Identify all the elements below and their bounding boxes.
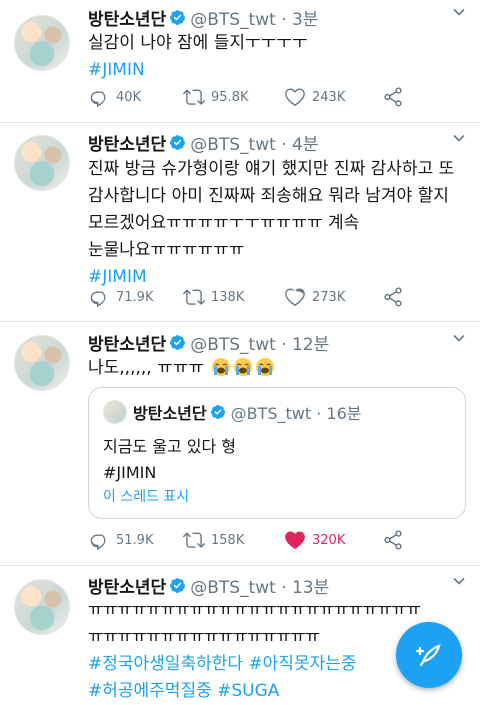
- tweet-text: 나도,,,,,, ㅠㅠㅠ: [88, 355, 466, 382]
- text-content: 나도,,,,,, ㅠㅠㅠ: [88, 358, 205, 378]
- loudly-crying-face-icon: [255, 357, 275, 377]
- retweet-count: 95.8K: [211, 89, 249, 105]
- like-count: 320K: [312, 532, 346, 548]
- reply-count: 51.9K: [116, 532, 154, 548]
- retweet-button[interactable]: 95.8K: [183, 85, 248, 109]
- share-icon: [384, 287, 402, 307]
- text-line: 지금도 울고 있다 형: [103, 437, 237, 456]
- avatar[interactable]: [14, 135, 70, 191]
- share-icon: [384, 530, 402, 550]
- show-thread-link[interactable]: 이 스레드 표시: [103, 486, 189, 506]
- heart-icon: [285, 88, 305, 106]
- tweet-header: 방탄소년단 @BTS_twt · 4분: [88, 128, 466, 156]
- verified-badge-icon: [169, 134, 186, 151]
- heart-filled-icon: [285, 531, 305, 549]
- verified-badge-icon: [169, 334, 186, 351]
- quote-text: 지금도 울고 있다 형 #JIMIN: [103, 434, 236, 486]
- loudly-crying-face-icon: [211, 357, 231, 377]
- handle-time: @BTS_twt · 12분: [190, 334, 330, 355]
- retweet-icon: [183, 89, 205, 105]
- reply-icon: [90, 534, 106, 550]
- loudly-crying-face-icon: [233, 357, 253, 377]
- tweet-header: 방탄소년단 @BTS_twt · 3분: [88, 3, 466, 31]
- hashtag-link[interactable]: #정국아생일축하한다: [88, 654, 243, 674]
- chevron-down-icon[interactable]: [452, 330, 466, 344]
- text-line: 진짜 방금 슈가형이랑 얘기 했지만 진짜 감사하고 또: [88, 159, 455, 179]
- display-name[interactable]: 방탄소년단: [88, 573, 166, 598]
- chevron-down-icon[interactable]: [452, 4, 466, 18]
- avatar[interactable]: [14, 15, 70, 71]
- action-bar: 51.9K 158K 320K: [88, 528, 466, 552]
- text-line: 눈물나요ㅠㅠㅠㅠㅠㅠ: [88, 240, 245, 260]
- hashtag-link[interactable]: #JIMIN: [88, 57, 466, 84]
- share-button[interactable]: [382, 85, 410, 109]
- action-bar: 71.9K 138K 273K: [88, 285, 466, 309]
- verified-badge-icon: [169, 577, 186, 594]
- display-name[interactable]: 방탄소년단: [88, 130, 166, 155]
- text-line: 실감이 나야 잠에 들지ㅜㅜㅜㅜ: [88, 33, 308, 53]
- retweet-count: 138K: [211, 289, 245, 305]
- tweet-text: 실감이 나야 잠에 들지ㅜㅜㅜㅜ #JIMIN: [88, 30, 466, 84]
- reply-button[interactable]: 40K: [88, 85, 141, 109]
- like-count: 243K: [312, 89, 346, 105]
- reply-button[interactable]: 71.9K: [88, 285, 153, 309]
- text-line: 모르겠어요ㅠㅠㅠㅠㅜㅜㅠㅠㅠㅠ 계속: [88, 213, 360, 233]
- share-button[interactable]: [382, 285, 410, 309]
- chevron-down-icon[interactable]: [452, 130, 466, 144]
- avatar[interactable]: [14, 579, 70, 635]
- reply-count: 71.9K: [116, 289, 154, 305]
- reply-button[interactable]: 51.9K: [88, 528, 153, 552]
- like-button[interactable]: 273K: [284, 285, 345, 309]
- compose-tweet-button[interactable]: [396, 622, 462, 688]
- handle-time: @BTS_twt · 13분: [190, 577, 330, 598]
- reply-icon: [90, 91, 106, 107]
- compose-tweet-icon: [415, 644, 441, 667]
- hashtag-link[interactable]: #SUGA: [217, 681, 279, 701]
- reply-count: 40K: [116, 89, 142, 105]
- retweet-count: 158K: [211, 532, 245, 548]
- avatar[interactable]: [14, 335, 70, 391]
- chevron-down-icon[interactable]: [452, 573, 466, 587]
- avatar: [103, 400, 127, 424]
- like-button[interactable]: 320K: [284, 528, 345, 552]
- text-line: 나도,,,,,, ㅠㅠㅠ: [88, 355, 466, 382]
- tweet[interactable]: 방탄소년단 @BTS_twt · 12분 나도,,,,,, ㅠㅠㅠ 방탄소년단 …: [0, 321, 480, 566]
- retweet-icon: [183, 532, 205, 548]
- retweet-button[interactable]: 138K: [183, 285, 244, 309]
- tweet-header: 방탄소년단 @BTS_twt · 13분: [88, 571, 466, 599]
- text-line: ㅠㅠㅠㅠㅠㅠㅠㅠㅠㅠㅠㅠㅠㅠㅠㅠㅠㅠㅠㅠㅠㅠㅠ: [88, 600, 421, 620]
- action-bar: 40K 95.8K 243K: [88, 85, 466, 109]
- display-name[interactable]: 방탄소년단: [88, 5, 166, 30]
- display-name[interactable]: 방탄소년단: [88, 330, 166, 355]
- like-count: 273K: [312, 289, 346, 305]
- quote-header: 방탄소년단 @BTS_twt · 16분: [103, 400, 362, 424]
- retweet-icon: [183, 289, 205, 305]
- handle-time: @BTS_twt · 16분: [230, 404, 362, 423]
- text-line: 감사합니다 아미 진짜짜 죄송해요 뭐라 남겨야 할지: [88, 186, 449, 206]
- tweet-header: 방탄소년단 @BTS_twt · 12분: [88, 328, 466, 356]
- tweet[interactable]: 방탄소년단 @BTS_twt · 4분 진짜 방금 슈가형이랑 얘기 했지만 진…: [0, 122, 480, 322]
- hashtag-link[interactable]: #아직못자는중: [248, 654, 356, 674]
- handle-time: @BTS_twt · 3분: [190, 9, 319, 30]
- display-name: 방탄소년단: [133, 404, 207, 423]
- tweet-text: 진짜 방금 슈가형이랑 얘기 했지만 진짜 감사하고 또 감사합니다 아미 진짜…: [88, 156, 476, 291]
- hashtag-link[interactable]: #JIMIN: [103, 460, 236, 486]
- quoted-tweet[interactable]: 방탄소년단 @BTS_twt · 16분 지금도 울고 있다 형 #JIMIN …: [88, 387, 466, 519]
- retweet-button[interactable]: 158K: [183, 528, 244, 552]
- share-icon: [384, 87, 402, 107]
- verified-badge-icon: [169, 9, 186, 26]
- handle-time: @BTS_twt · 4분: [190, 134, 319, 155]
- like-button[interactable]: 243K: [284, 85, 345, 109]
- verified-badge-icon: [210, 404, 227, 421]
- heart-icon: [285, 288, 305, 306]
- tweet[interactable]: 방탄소년단 @BTS_twt · 3분 실감이 나야 잠에 들지ㅜㅜㅜㅜ #JI…: [0, 0, 480, 123]
- hashtag-link[interactable]: #허공에주먹질중: [88, 681, 212, 701]
- reply-icon: [90, 291, 106, 307]
- share-button[interactable]: [382, 528, 410, 552]
